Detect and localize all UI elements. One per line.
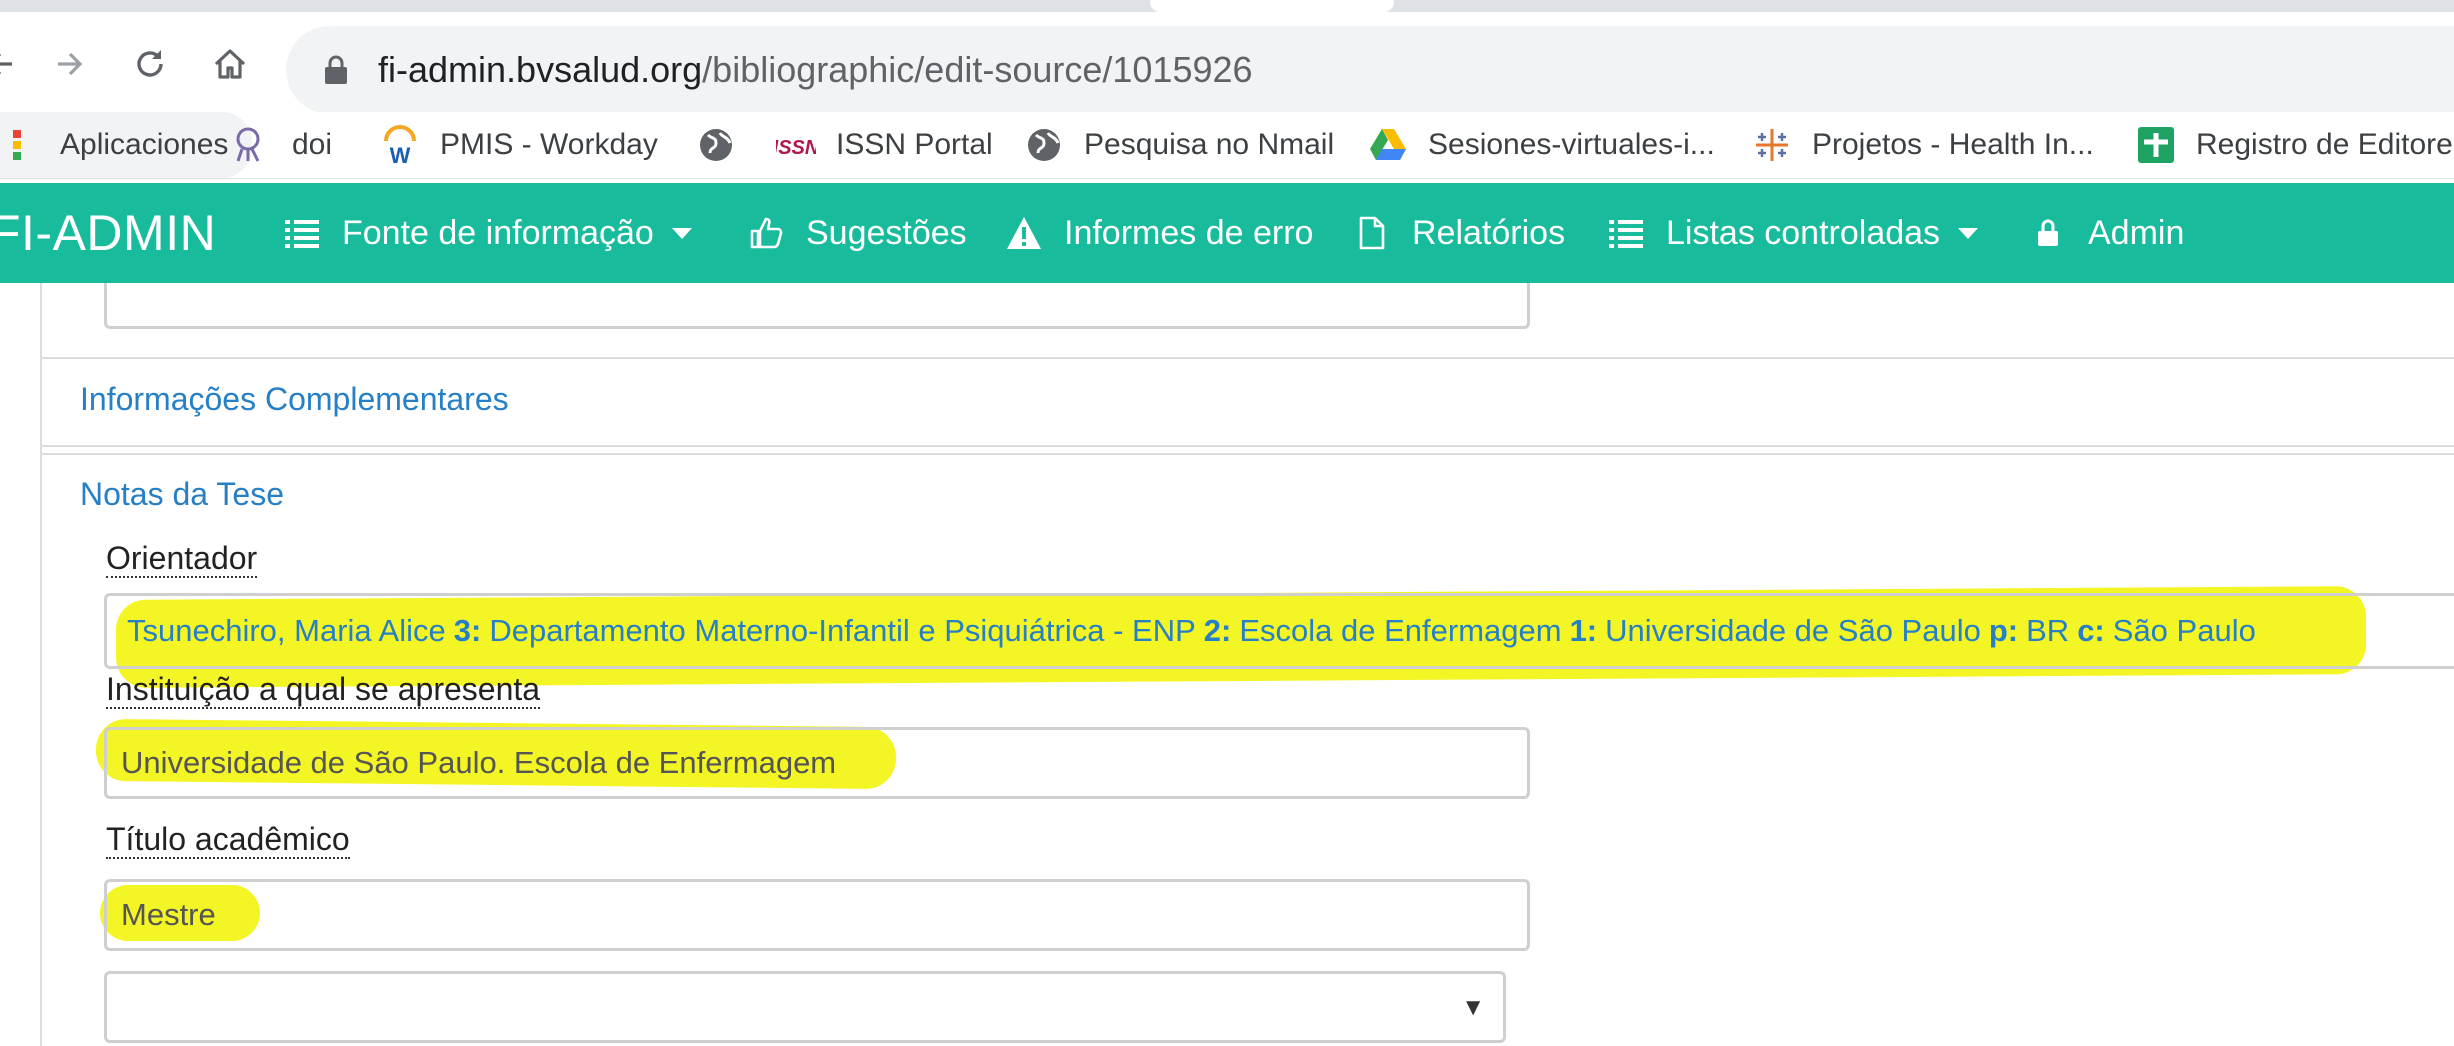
bookmark-registro-editores[interactable]: Registro de Editore — [2136, 112, 2453, 178]
subfield-key-1: 1: — [1569, 613, 1598, 648]
lock-icon — [2030, 215, 2066, 251]
url-text: fi-admin.bvsalud.org/bibliographic/edit-… — [378, 49, 1253, 91]
address-bar[interactable]: fi-admin.bvsalud.org/bibliographic/edit-… — [286, 26, 2454, 114]
bookmark-label: Aplicaciones — [60, 128, 229, 161]
bookmark-label: Registro de Editore — [2196, 128, 2453, 161]
advisor-label: Orientador — [106, 540, 258, 578]
subfield-value-p: BR — [2026, 613, 2070, 648]
globe-icon — [1024, 125, 1064, 165]
degree-input[interactable]: Mestre — [104, 879, 1530, 951]
nav-sugestoes[interactable]: Sugestões — [748, 183, 967, 283]
bookmark-label: Projetos - Health In... — [1812, 128, 2094, 161]
bookmark-projetos[interactable]: Projetos - Health In... — [1752, 112, 2094, 178]
back-button[interactable] — [0, 34, 30, 94]
url-path: /bibliographic/edit-source/1015926 — [702, 49, 1253, 90]
thesis-notes-title[interactable]: Notas da Tese — [80, 476, 284, 513]
complementary-info-title[interactable]: Informações Complementares — [80, 381, 509, 418]
nav-label: Fonte de informação — [342, 213, 654, 252]
bookmark-globe[interactable] — [696, 112, 756, 178]
institution-label: Instituição a qual se apresenta — [106, 671, 541, 709]
subfield-key-2: 2: — [1203, 613, 1232, 648]
bookmarks-bar: Aplicaciones doi W PMIS - Workday ISSN I… — [0, 112, 2454, 179]
svg-text:ISSN: ISSN — [776, 137, 816, 159]
previous-field-input[interactable] — [104, 283, 1530, 329]
bookmark-label: Sesiones-virtuales-i... — [1428, 128, 1715, 161]
advisor-name: Tsunechiro, Maria Alice — [127, 613, 446, 648]
list-icon — [284, 215, 320, 251]
subfield-key-p: p: — [1988, 613, 2019, 648]
reload-button[interactable] — [120, 34, 180, 94]
svg-text:W: W — [390, 143, 411, 165]
doi-icon — [232, 125, 272, 165]
institution-value: Universidade de São Paulo. Escola de Enf… — [121, 745, 837, 780]
degree-label: Título acadêmico — [106, 821, 350, 859]
bookmark-sesiones-virtuales[interactable]: Sesiones-virtuales-i... — [1368, 112, 1715, 178]
subfield-key-3: 3: — [453, 613, 482, 648]
nav-label: Relatórios — [1412, 213, 1566, 252]
nav-label: Informes de erro — [1064, 213, 1314, 252]
lock-icon[interactable] — [316, 50, 356, 90]
nav-informes-de-erro[interactable]: Informes de erro — [1006, 183, 1313, 283]
nav-label: Listas controladas — [1666, 213, 1941, 252]
main-content: Informações Complementares Notas da Tese… — [0, 283, 2454, 1046]
institution-input[interactable]: Universidade de São Paulo. Escola de Enf… — [104, 727, 1530, 799]
google-drive-icon — [1368, 125, 1408, 165]
advisor-field[interactable]: Tsunechiro, Maria Alice 3: Departamento … — [104, 593, 2454, 669]
workday-icon: W — [380, 125, 420, 165]
bookmark-issn-portal[interactable]: ISSN ISSN Portal — [776, 112, 993, 178]
thumbs-up-icon — [748, 215, 784, 251]
bookmark-label: PMIS - Workday — [440, 128, 658, 161]
subfield-value-c: São Paulo — [2112, 613, 2256, 648]
browser-tab[interactable] — [1150, 0, 1394, 12]
nav-label: Admin — [2088, 213, 2185, 252]
browser-tab-strip — [0, 0, 2454, 12]
green-cross-icon — [2136, 125, 2176, 165]
bookmark-label: Pesquisa no Nmail — [1084, 128, 1335, 161]
app-navbar: FI-ADMIN Fonte de informação Sugestões I… — [0, 183, 2454, 283]
issn-icon: ISSN — [776, 125, 816, 165]
brand-logo[interactable]: FI-ADMIN — [0, 183, 216, 283]
file-icon — [1354, 215, 1390, 251]
nav-relatorios[interactable]: Relatórios — [1354, 183, 1565, 283]
url-host: fi-admin.bvsalud.org — [378, 49, 703, 90]
degree-value: Mestre — [121, 897, 216, 932]
bookmark-label: doi — [292, 128, 333, 161]
home-button[interactable] — [200, 34, 260, 94]
warning-icon — [1006, 215, 1042, 251]
forward-button[interactable] — [40, 34, 100, 94]
degree-type-select[interactable]: ▼ — [104, 971, 1506, 1043]
globe-icon — [696, 125, 736, 165]
nav-admin[interactable]: Admin — [2030, 183, 2184, 283]
nav-listas-controladas[interactable]: Listas controladas — [1608, 183, 1979, 283]
nav-fonte-de-informacao[interactable]: Fonte de informação — [284, 183, 692, 283]
browser-toolbar: fi-admin.bvsalud.org/bibliographic/edit-… — [0, 12, 2454, 114]
list-icon — [1608, 215, 1644, 251]
bookmark-pesquisa-nmail[interactable]: Pesquisa no Nmail — [1024, 112, 1334, 178]
subfield-value-3: Departamento Materno-Infantil e Psiquiát… — [489, 613, 1196, 648]
nav-label: Sugestões — [806, 213, 967, 252]
select-arrow-icon: ▼ — [1461, 994, 1485, 1021]
bookmark-workday[interactable]: W PMIS - Workday — [380, 112, 658, 178]
bookmark-label: ISSN Portal — [836, 128, 993, 161]
subfield-value-1: Universidade de São Paulo — [1605, 613, 1981, 648]
subfield-key-c: c: — [2077, 613, 2105, 648]
forward-arrow-icon — [58, 52, 83, 76]
tableau-icon — [1752, 125, 1792, 165]
caret-down-icon — [671, 227, 692, 239]
home-icon — [214, 49, 246, 79]
bookmark-doi[interactable]: doi — [232, 112, 332, 178]
caret-down-icon — [1958, 227, 1979, 239]
apps-icon — [0, 125, 40, 165]
bookmark-apps[interactable]: Aplicaciones — [0, 112, 253, 178]
reload-icon — [137, 50, 163, 77]
subfield-value-2: Escola de Enfermagem — [1239, 613, 1562, 648]
back-arrow-icon — [0, 54, 12, 74]
